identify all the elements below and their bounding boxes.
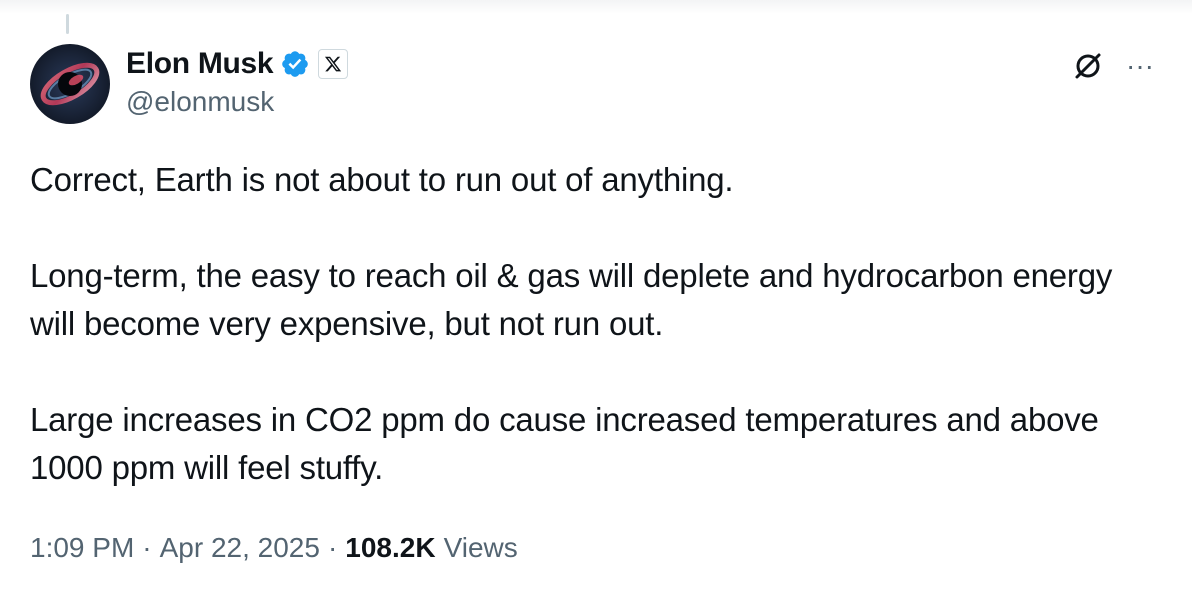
tweet-text: Correct, Earth is not about to run out o…: [30, 156, 1140, 492]
tweet-paragraph: Correct, Earth is not about to run out o…: [30, 161, 734, 198]
author-handle[interactable]: @elonmusk: [126, 86, 274, 118]
tweet-time[interactable]: 1:09 PM: [30, 532, 134, 564]
tweet-meta: 1:09 PM · Apr 22, 2025 · 108.2K Views: [30, 528, 518, 568]
x-logo-icon[interactable]: [318, 49, 349, 79]
avatar[interactable]: [30, 44, 110, 124]
tweet-paragraph: Long-term, the easy to reach oil & gas w…: [30, 257, 1113, 342]
avatar-image: [30, 44, 110, 124]
tweet: Elon Musk @elonmusk ··· Correct, Earth i…: [0, 0, 1192, 598]
tweet-paragraph: Large increases in CO2 ppm do cause incr…: [30, 401, 1099, 486]
author-name-row: Elon Musk: [126, 44, 349, 84]
views-count[interactable]: 108.2K: [345, 532, 435, 564]
verified-badge-icon[interactable]: [280, 49, 310, 79]
views-label[interactable]: Views: [444, 532, 518, 564]
grok-icon: [1075, 53, 1101, 79]
more-icon: ···: [1126, 50, 1154, 81]
meta-separator: ·: [327, 532, 338, 563]
more-button[interactable]: ···: [1120, 46, 1160, 86]
grok-button[interactable]: [1068, 46, 1108, 86]
tweet-date[interactable]: Apr 22, 2025: [160, 532, 320, 564]
meta-separator: ·: [142, 532, 152, 563]
author-display-name[interactable]: Elon Musk: [126, 47, 274, 81]
